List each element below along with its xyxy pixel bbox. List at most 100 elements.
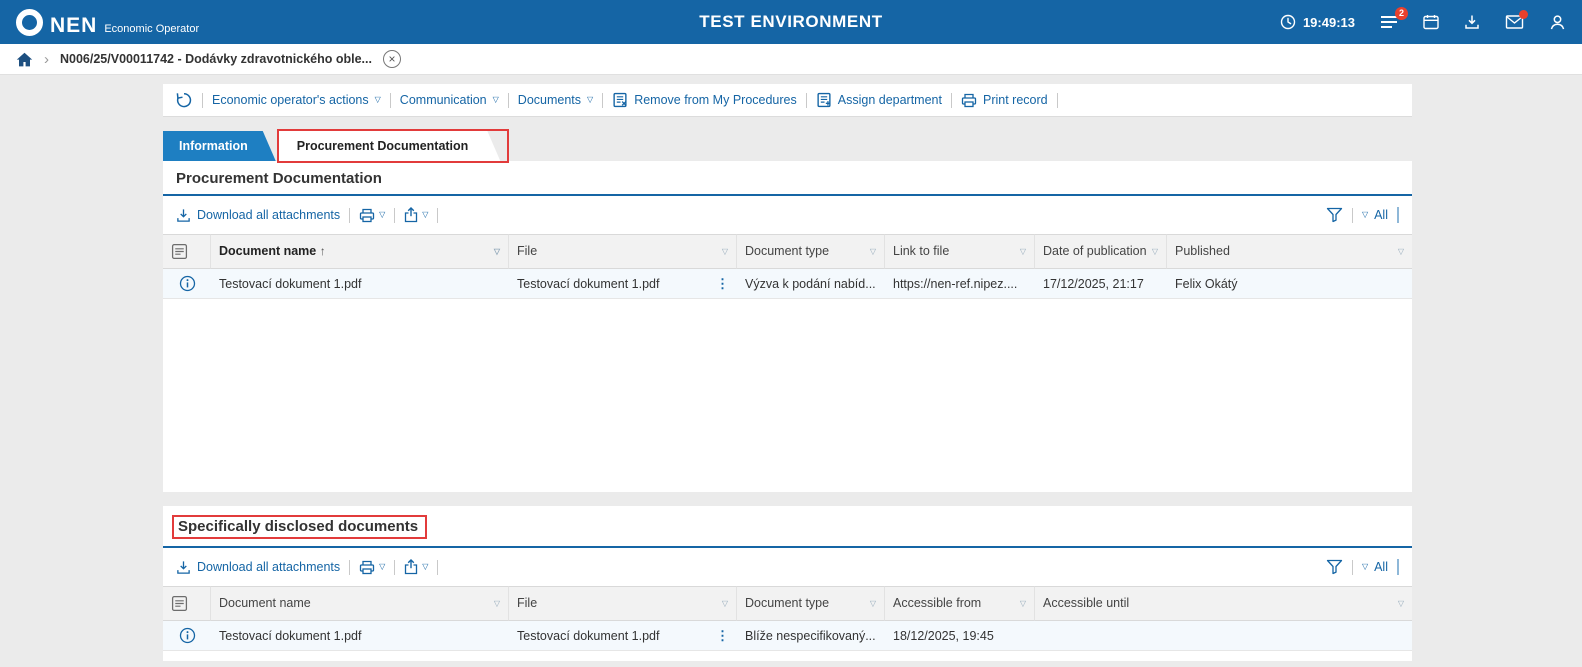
filter-dropdown-icon[interactable]: ▽ xyxy=(722,599,728,608)
cell-file: Testovací dokument 1.pdf ⋮ xyxy=(509,269,737,299)
info-icon xyxy=(179,627,195,644)
download-all-attachments-button[interactable]: Download all attachments xyxy=(176,208,340,223)
tab-procurement-documentation[interactable]: Procurement Documentation xyxy=(279,131,501,161)
user-icon xyxy=(1550,14,1565,29)
filter-dropdown-icon[interactable]: ▽ xyxy=(494,599,500,608)
filter-dropdown-icon[interactable]: ▽ xyxy=(1152,247,1158,256)
row-detail-button[interactable] xyxy=(163,269,211,299)
menu-label: Documents xyxy=(517,93,582,107)
menu-documents[interactable]: Documents ▽ xyxy=(518,93,593,107)
cell-link-to-file[interactable]: https://nen-ref.nipez.... xyxy=(885,269,1035,299)
all-filter-button[interactable]: ▽ All xyxy=(1362,560,1388,574)
filter-dropdown-icon[interactable]: ▽ xyxy=(1020,599,1026,608)
breadcrumb-chevron-icon: › xyxy=(44,50,49,68)
divider xyxy=(202,92,203,108)
file-name-link[interactable]: Testovací dokument 1.pdf xyxy=(517,277,659,291)
divider xyxy=(602,92,604,108)
column-file[interactable]: File ▽ xyxy=(509,586,737,621)
filter-dropdown-icon[interactable]: ▽ xyxy=(870,247,876,256)
filter-dropdown-icon[interactable]: ▽ xyxy=(722,247,728,256)
downloads-button[interactable] xyxy=(1464,14,1480,30)
column-date-of-publication[interactable]: Date of publication ▽ xyxy=(1035,234,1167,269)
divider xyxy=(1056,92,1058,108)
tab-information[interactable]: Information xyxy=(163,131,276,161)
messages-button[interactable] xyxy=(1505,10,1528,29)
divider xyxy=(950,92,952,108)
environment-title: TEST ENVIRONMENT xyxy=(699,12,883,31)
tasks-badge: 2 xyxy=(1394,7,1408,20)
assign-department-icon xyxy=(817,92,831,108)
nen-logo[interactable]: NEN Economic Operator xyxy=(16,8,199,36)
column-settings-button[interactable] xyxy=(163,234,211,269)
column-published[interactable]: Published ▽ xyxy=(1167,234,1412,269)
divider xyxy=(394,559,396,575)
filter-dropdown-icon[interactable]: ▽ xyxy=(1398,599,1404,608)
column-accessible-until[interactable]: Accessible until ▽ xyxy=(1035,586,1412,621)
cell-document-type: Výzva k podání nabíd... xyxy=(737,269,885,299)
share-icon xyxy=(405,207,418,223)
column-document-name[interactable]: Document name ▽ xyxy=(211,586,509,621)
table-settings-icon xyxy=(171,595,188,612)
history-button[interactable] xyxy=(175,91,193,109)
filter-dropdown-icon[interactable]: ▽ xyxy=(494,247,500,256)
chevron-down-icon: ▽ xyxy=(1361,210,1369,219)
remove-from-my-procedures-button[interactable]: Remove from My Procedures xyxy=(612,92,797,108)
download-all-attachments-button[interactable]: Download all attachments xyxy=(176,560,340,575)
tabs: Information Procurement Documentation xyxy=(163,129,1582,163)
funnel-icon xyxy=(1326,559,1343,575)
print-table-button[interactable]: ▽ xyxy=(359,560,385,575)
print-record-button[interactable]: Print record xyxy=(961,93,1048,108)
column-file[interactable]: File ▽ xyxy=(509,234,737,269)
home-icon xyxy=(16,52,33,66)
column-label: Link to file xyxy=(893,244,950,258)
filter-dropdown-icon[interactable]: ▽ xyxy=(1020,247,1026,256)
tab-label: Procurement Documentation xyxy=(296,139,469,153)
cell-document-name: Testovací dokument 1.pdf xyxy=(211,621,509,651)
column-label: Accessible until xyxy=(1043,596,1130,610)
divider xyxy=(1351,207,1353,223)
download-all-label: Download all attachments xyxy=(197,560,341,574)
menu-communication[interactable]: Communication ▽ xyxy=(400,93,499,107)
file-menu-icon[interactable]: ⋮ xyxy=(716,276,729,292)
cell-accessible-until xyxy=(1035,621,1412,651)
tasks-menu-button[interactable]: 2 xyxy=(1380,7,1408,29)
column-document-type[interactable]: Document type ▽ xyxy=(737,234,885,269)
column-accessible-from[interactable]: Accessible from ▽ xyxy=(885,586,1035,621)
column-document-type[interactable]: Document type ▽ xyxy=(737,586,885,621)
filter-dropdown-icon[interactable]: ▽ xyxy=(1398,247,1404,256)
file-menu-icon[interactable]: ⋮ xyxy=(716,628,729,644)
breadcrumb-item[interactable]: N006/25/V00011742 - Dodávky zdravotnické… xyxy=(60,52,372,66)
chevron-down-icon: ▽ xyxy=(422,562,429,571)
column-label: Document name xyxy=(219,596,311,610)
all-filter-button[interactable]: ▽ All xyxy=(1362,208,1388,222)
calendar-icon xyxy=(1423,15,1439,30)
export-button[interactable]: ▽ xyxy=(404,559,428,575)
column-link-to-file[interactable]: Link to file ▽ xyxy=(885,234,1035,269)
file-name-link[interactable]: Testovací dokument 1.pdf xyxy=(517,629,659,643)
close-record-button[interactable]: × xyxy=(382,50,401,68)
all-filter-label: All xyxy=(1374,208,1388,222)
print-table-button[interactable]: ▽ xyxy=(359,208,385,223)
profile-button[interactable] xyxy=(1549,14,1566,31)
download-icon xyxy=(177,560,190,574)
disclosed-documents-table: Document name ▽ File ▽ Document type ▽ A… xyxy=(163,586,1412,651)
divider xyxy=(1397,207,1399,223)
cell-document-type: Blíže nespecifikovaný... xyxy=(737,621,885,651)
cell-published: Felix Okátý xyxy=(1167,269,1412,299)
column-settings-button[interactable] xyxy=(163,586,211,621)
info-icon xyxy=(179,275,195,292)
calendar-button[interactable] xyxy=(1423,14,1439,30)
export-button[interactable]: ▽ xyxy=(404,207,428,223)
divider xyxy=(349,207,351,223)
divider xyxy=(437,207,439,223)
filter-dropdown-icon[interactable]: ▽ xyxy=(870,599,876,608)
row-detail-button[interactable] xyxy=(163,621,211,651)
menu-economic-operators-actions[interactable]: Economic operator's actions ▽ xyxy=(212,93,381,107)
column-document-name[interactable]: Document name ↑ ▽ xyxy=(211,234,509,269)
section-specifically-disclosed-documents: Specifically disclosed documents Downloa… xyxy=(163,506,1412,661)
assign-department-button[interactable]: Assign department xyxy=(816,92,942,108)
filter-button[interactable] xyxy=(1326,559,1343,575)
filter-button[interactable] xyxy=(1326,207,1343,223)
menu-label: Remove from My Procedures xyxy=(634,93,797,107)
home-button[interactable] xyxy=(16,52,33,67)
